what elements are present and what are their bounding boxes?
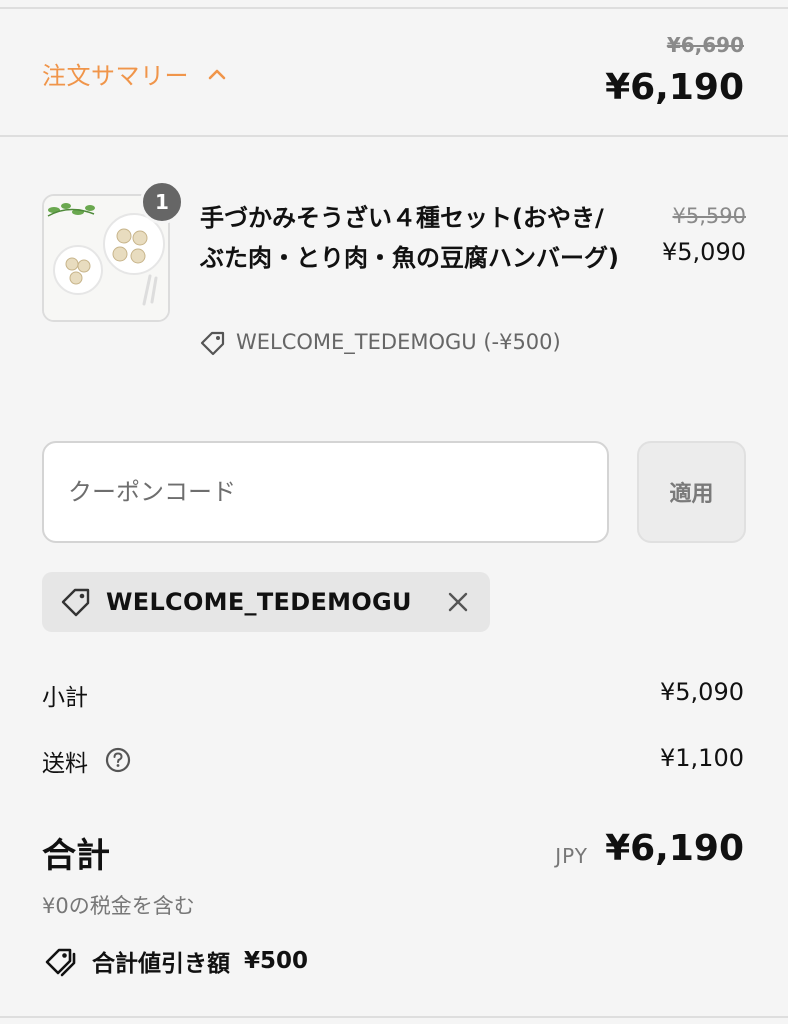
applied-coupon-chip: WELCOME_TEDEMOGU xyxy=(42,572,490,632)
apply-coupon-button[interactable]: 適用 xyxy=(637,441,746,543)
order-summary-toggle[interactable]: 注文サマリー xyxy=(42,56,227,91)
help-icon[interactable] xyxy=(104,746,132,774)
grand-total: ¥6,190 xyxy=(605,828,744,869)
tags-icon xyxy=(45,948,76,977)
shipping-value: ¥1,100 xyxy=(660,744,744,772)
quantity-badge: 1 xyxy=(140,180,184,224)
subtotal-label: 小計 xyxy=(42,685,88,711)
applied-coupon-code: WELCOME_TEDEMOGU xyxy=(106,588,412,616)
total-label: 合計 xyxy=(42,836,110,876)
currency-code: JPY xyxy=(555,844,588,868)
header-original-price: ¥6,690 xyxy=(666,33,744,57)
close-icon[interactable] xyxy=(444,588,472,616)
product-original-price: ¥5,590 xyxy=(672,204,746,228)
shipping-label: 送料 xyxy=(42,751,88,777)
coupon-code-input[interactable] xyxy=(42,441,609,543)
chevron-up-icon xyxy=(208,69,226,79)
order-summary-toggle-label: 注文サマリー xyxy=(42,62,189,90)
tag-icon xyxy=(61,588,90,617)
total-savings: 合計値引き額 ¥500 xyxy=(42,942,308,980)
order-summary-header: 注文サマリー ¥6,690 ¥6,190 xyxy=(0,9,788,137)
divider xyxy=(0,1016,788,1018)
tag-icon xyxy=(200,331,225,356)
savings-value: ¥500 xyxy=(244,948,309,974)
tax-note: ¥0の税金を含む xyxy=(42,894,195,918)
product-price: ¥5,090 xyxy=(662,238,746,266)
header-total-price: ¥6,190 xyxy=(605,67,744,108)
product-discount-text: WELCOME_TEDEMOGU (-¥500) xyxy=(236,330,561,354)
savings-label: 合計値引き額 xyxy=(92,951,230,977)
order-summary-panel: 注文サマリー ¥6,690 ¥6,190 1 手づかみそうざい４種セット(おやき… xyxy=(0,0,788,1024)
line-item: 1 手づかみそうざい４種セット(おやき/ぶた肉・とり肉・魚の豆腐ハンバーグ) ¥… xyxy=(42,180,746,394)
product-title: 手づかみそうざい４種セット(おやき/ぶた肉・とり肉・魚の豆腐ハンバーグ) xyxy=(200,204,619,272)
product-discount: WELCOME_TEDEMOGU (-¥500) xyxy=(198,324,578,360)
subtotal-value: ¥5,090 xyxy=(660,678,744,706)
